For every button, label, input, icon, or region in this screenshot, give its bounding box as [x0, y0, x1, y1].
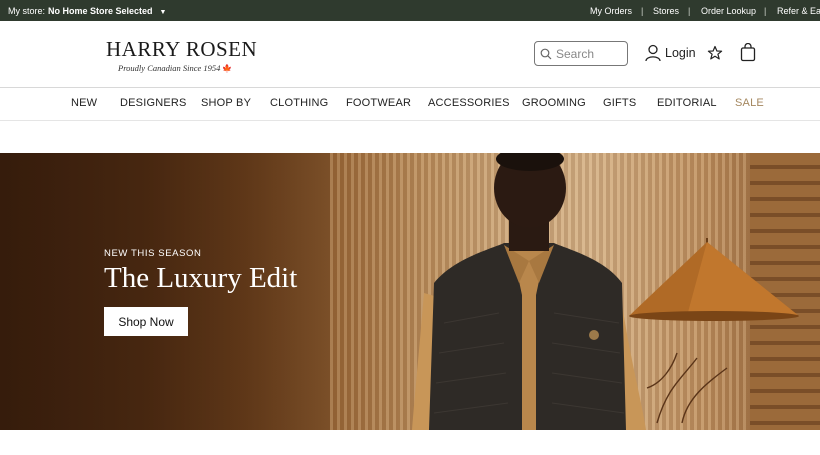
divider: | — [641, 6, 644, 16]
stores-link[interactable]: Stores — [653, 6, 679, 16]
nav-sale[interactable]: SALE — [735, 97, 764, 109]
main-navigation: NEW DESIGNERS SHOP BY CLOTHING FOOTWEAR … — [0, 88, 820, 121]
maple-leaf-icon: 🍁 — [222, 64, 233, 73]
nav-shop-by[interactable]: SHOP BY — [201, 97, 251, 109]
site-header: HARRY ROSEN Proudly Canadian Since 1954 🍁… — [0, 21, 820, 88]
shop-now-button[interactable]: Shop Now — [104, 307, 188, 336]
login-label: Login — [665, 46, 696, 60]
refer-earn-link[interactable]: Refer & Earn — [777, 6, 820, 16]
star-icon[interactable] — [707, 45, 723, 61]
search-input[interactable] — [556, 46, 624, 62]
nav-grooming[interactable]: GROOMING — [522, 97, 586, 109]
logo-tagline: Proudly Canadian Since 1954 🍁 — [118, 63, 266, 73]
nav-editorial[interactable]: EDITORIAL — [657, 97, 717, 109]
harry-rosen-logo[interactable]: HARRY ROSEN Proudly Canadian Since 1954 🍁 — [106, 37, 266, 73]
shopping-bag-icon[interactable] — [740, 43, 756, 62]
nav-footwear[interactable]: FOOTWEAR — [346, 97, 411, 109]
utility-links: My Orders | Stores | Order Lookup | Refe… — [0, 6, 820, 18]
utility-bar: My store: No Home Store Selected ▼ My Orde… — [0, 0, 820, 21]
divider: | — [764, 6, 767, 16]
nav-designers[interactable]: DESIGNERS — [120, 97, 187, 109]
hero-eyebrow: NEW THIS SEASON — [104, 248, 202, 259]
pendant-lamp-image — [629, 238, 799, 424]
logo-wordmark: HARRY ROSEN — [106, 37, 258, 61]
nav-gifts[interactable]: GIFTS — [603, 97, 636, 109]
search-icon — [540, 48, 552, 60]
hero-headline: The Luxury Edit — [104, 262, 298, 294]
nav-accessories[interactable]: ACCESSORIES — [428, 97, 510, 109]
model-photo — [412, 153, 646, 430]
my-orders-link[interactable]: My Orders — [590, 6, 632, 16]
hero-banner[interactable]: NEW THIS SEASON The Luxury Edit Shop Now — [0, 153, 820, 430]
search-box[interactable] — [534, 41, 628, 66]
nav-clothing[interactable]: CLOTHING — [270, 97, 328, 109]
user-icon — [645, 44, 661, 62]
logo-tagline-text: Proudly Canadian Since 1954 — [118, 63, 221, 73]
order-lookup-link[interactable]: Order Lookup — [701, 6, 756, 16]
divider: | — [688, 6, 691, 16]
nav-new[interactable]: NEW — [71, 97, 97, 109]
